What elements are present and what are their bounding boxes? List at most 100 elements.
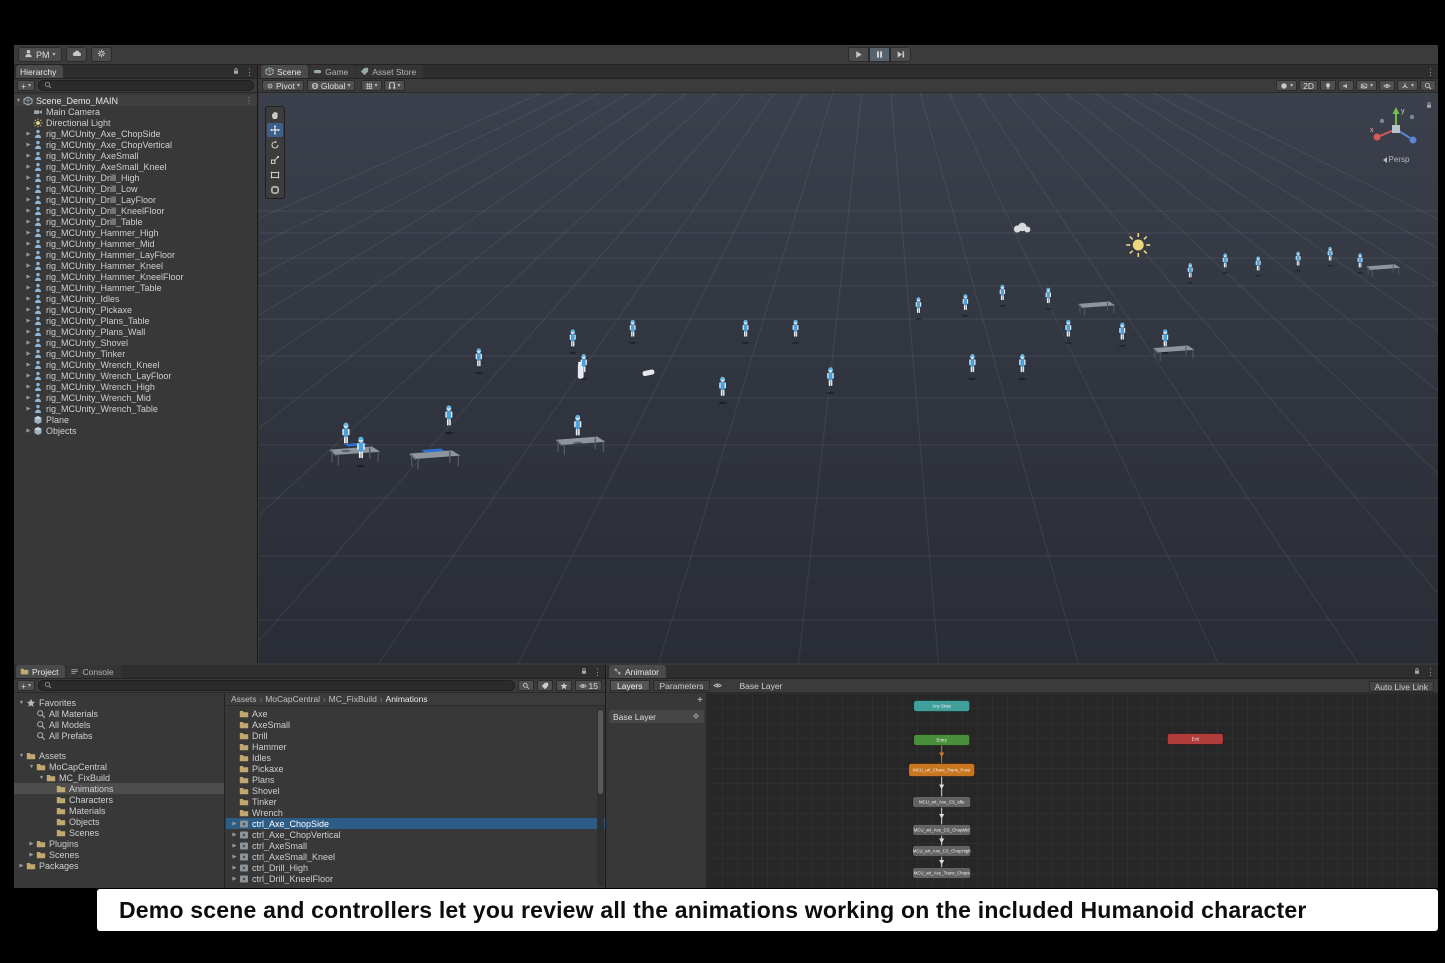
breadcrumb-item[interactable]: MoCapCentral: [265, 694, 320, 704]
lock-icon[interactable]: [580, 666, 588, 678]
tab-hierarchy[interactable]: Hierarchy: [16, 65, 63, 78]
auto-live-link-button[interactable]: Auto Live Link: [1369, 681, 1434, 692]
account-menu-button[interactable]: PM ▾: [18, 47, 62, 62]
project-tree-item[interactable]: All Materials: [14, 708, 224, 719]
tab-animator[interactable]: Animator: [609, 665, 666, 678]
panel-menu-icon[interactable]: ⋮: [245, 96, 253, 105]
hierarchy-item[interactable]: ▶rig_MCUnity_Hammer_Mid: [14, 238, 257, 249]
animator-state-any[interactable]: Any State: [914, 701, 970, 712]
scrollbar-thumb[interactable]: [598, 710, 603, 794]
file-item[interactable]: ▶ctrl_Axe_ChopVertical: [226, 829, 605, 840]
folder-item[interactable]: Idles: [226, 752, 605, 763]
hierarchy-item[interactable]: ▶rig_MCUnity_Pickaxe: [14, 304, 257, 315]
animator-state-s2[interactable]: MCU_art_Axe_CS_ChopMid: [913, 825, 971, 836]
parameters-tab[interactable]: Parameters: [653, 680, 711, 691]
project-tree-item[interactable]: ▼MC_FixBuild: [14, 772, 224, 783]
audio-toggle[interactable]: [1338, 80, 1354, 91]
folder-item[interactable]: Drill: [226, 730, 605, 741]
breadcrumb-item[interactable]: MC_FixBuild: [329, 694, 377, 704]
layer-item-base[interactable]: Base Layer: [609, 710, 704, 723]
animator-state-s3[interactable]: MCU_art_Axe_CS_ChopHigh: [913, 846, 971, 857]
rotate-tool[interactable]: [267, 138, 283, 152]
scene-orientation-gizmo[interactable]: y x: [1368, 101, 1424, 157]
file-item[interactable]: ▶ctrl_Drill_High: [226, 862, 605, 873]
grid-snap-button[interactable]: ▾: [361, 80, 382, 91]
folder-item[interactable]: Shovel: [226, 785, 605, 796]
gear-icon[interactable]: [692, 712, 700, 722]
tab-scene[interactable]: Scene: [261, 65, 308, 78]
transform-tool[interactable]: [267, 183, 283, 197]
hierarchy-item[interactable]: ▶rig_MCUnity_Wrench_High: [14, 381, 257, 392]
project-tree-item[interactable]: ▼Assets: [14, 750, 224, 761]
hierarchy-item[interactable]: ▶rig_MCUnity_Hammer_Table: [14, 282, 257, 293]
gizmos-dropdown[interactable]: ▾: [1397, 80, 1418, 91]
animator-state-s4[interactable]: MCU_art_Axe_Trans_Chops: [913, 868, 971, 879]
folder-item[interactable]: Hammer: [226, 741, 605, 752]
project-tree-item[interactable]: ▼Favorites: [14, 697, 224, 708]
effects-dropdown[interactable]: ▾: [1356, 80, 1377, 91]
hidden-objects-button[interactable]: [1379, 80, 1395, 91]
hierarchy-item[interactable]: ▶rig_MCUnity_Plans_Wall: [14, 326, 257, 337]
hierarchy-item[interactable]: ▶rig_MCUnity_Wrench_Mid: [14, 392, 257, 403]
2d-toggle[interactable]: 2D: [1299, 80, 1318, 91]
file-item[interactable]: ▶ctrl_AxeSmall_Kneel: [226, 851, 605, 862]
animator-state-s1[interactable]: MCU_art_Axe_CS_Idle: [913, 797, 971, 808]
search-by-type-button[interactable]: [518, 680, 534, 691]
hierarchy-item[interactable]: Directional Light: [14, 117, 257, 128]
scene-search-button[interactable]: [1420, 80, 1436, 91]
project-search-input[interactable]: [38, 680, 515, 691]
project-tree-item[interactable]: All Prefabs: [14, 730, 224, 741]
file-item[interactable]: ▶ctrl_AxeSmall: [226, 840, 605, 851]
project-tree-item[interactable]: ▶Plugins: [14, 838, 224, 849]
project-tree-item[interactable]: ▼MoCapCentral: [14, 761, 224, 772]
hierarchy-item[interactable]: ▶rig_MCUnity_Axe_ChopSide: [14, 128, 257, 139]
cloud-button[interactable]: [66, 47, 87, 62]
add-layer-button[interactable]: +: [697, 695, 703, 706]
hierarchy-item[interactable]: ▶rig_MCUnity_Drill_LayFloor: [14, 194, 257, 205]
tab-console[interactable]: Console: [66, 665, 120, 678]
project-tree-item[interactable]: Scenes: [14, 827, 224, 838]
file-item[interactable]: ▶ctrl_Drill_KneelFloor: [226, 873, 605, 884]
favorite-search-button[interactable]: [556, 680, 572, 691]
hierarchy-item[interactable]: ▶rig_MCUnity_Drill_High: [14, 172, 257, 183]
hidden-packages-count[interactable]: 15: [575, 680, 602, 691]
panel-menu-icon[interactable]: ⋮: [1426, 66, 1435, 78]
hierarchy-add-button[interactable]: +▾: [17, 80, 35, 91]
project-add-button[interactable]: +▾: [17, 680, 35, 691]
hierarchy-item[interactable]: ▶rig_MCUnity_Wrench_Kneel: [14, 359, 257, 370]
hierarchy-item[interactable]: ▶Objects: [14, 425, 257, 436]
hierarchy-search-input[interactable]: [38, 80, 254, 91]
hierarchy-scene-root[interactable]: ▼Scene_Demo_MAIN⋮: [14, 95, 257, 106]
pause-button[interactable]: [869, 47, 890, 62]
breadcrumb[interactable]: Assets›MoCapCentral›MC_FixBuild›Animatio…: [226, 693, 605, 706]
play-button[interactable]: [848, 47, 869, 62]
tab-game[interactable]: Game: [309, 65, 355, 78]
scene-3d-canvas[interactable]: [259, 93, 1438, 663]
project-tree-item[interactable]: Objects: [14, 816, 224, 827]
lock-icon[interactable]: [1425, 96, 1433, 114]
folder-item[interactable]: Pickaxe: [226, 763, 605, 774]
hierarchy-item[interactable]: Plane: [14, 414, 257, 425]
lock-icon[interactable]: [232, 66, 240, 78]
hierarchy-item[interactable]: ▶rig_MCUnity_Idles: [14, 293, 257, 304]
animator-breadcrumb[interactable]: Base Layer: [739, 681, 782, 691]
animator-state-entry[interactable]: Entry: [914, 735, 970, 746]
hierarchy-item[interactable]: ▶rig_MCUnity_Hammer_LayFloor: [14, 249, 257, 260]
hierarchy-item[interactable]: ▶rig_MCUnity_Drill_KneelFloor: [14, 205, 257, 216]
folder-item[interactable]: Axe: [226, 708, 605, 719]
animator-graph[interactable]: Any State Entry Exit MCU_art_Chars_Trans…: [707, 693, 1438, 888]
hierarchy-item[interactable]: ▶rig_MCUnity_Hammer_KneelFloor: [14, 271, 257, 282]
hierarchy-item[interactable]: ▶rig_MCUnity_Shovel: [14, 337, 257, 348]
tab-asset-store[interactable]: Asset Store: [356, 65, 423, 78]
move-tool[interactable]: [267, 123, 283, 137]
breadcrumb-item[interactable]: Assets: [231, 694, 257, 704]
animator-graph-svg[interactable]: Any State Entry Exit MCU_art_Chars_Trans…: [707, 693, 1438, 888]
hierarchy-item[interactable]: ▶rig_MCUnity_Hammer_High: [14, 227, 257, 238]
hierarchy-item[interactable]: ▶rig_MCUnity_AxeSmall: [14, 150, 257, 161]
lock-icon[interactable]: [1413, 666, 1421, 678]
panel-menu-icon[interactable]: ⋮: [1426, 666, 1435, 678]
scale-tool[interactable]: [267, 153, 283, 167]
settings-button[interactable]: [91, 47, 112, 62]
folder-item[interactable]: Tinker: [226, 796, 605, 807]
hierarchy-item[interactable]: ▶rig_MCUnity_Tinker: [14, 348, 257, 359]
